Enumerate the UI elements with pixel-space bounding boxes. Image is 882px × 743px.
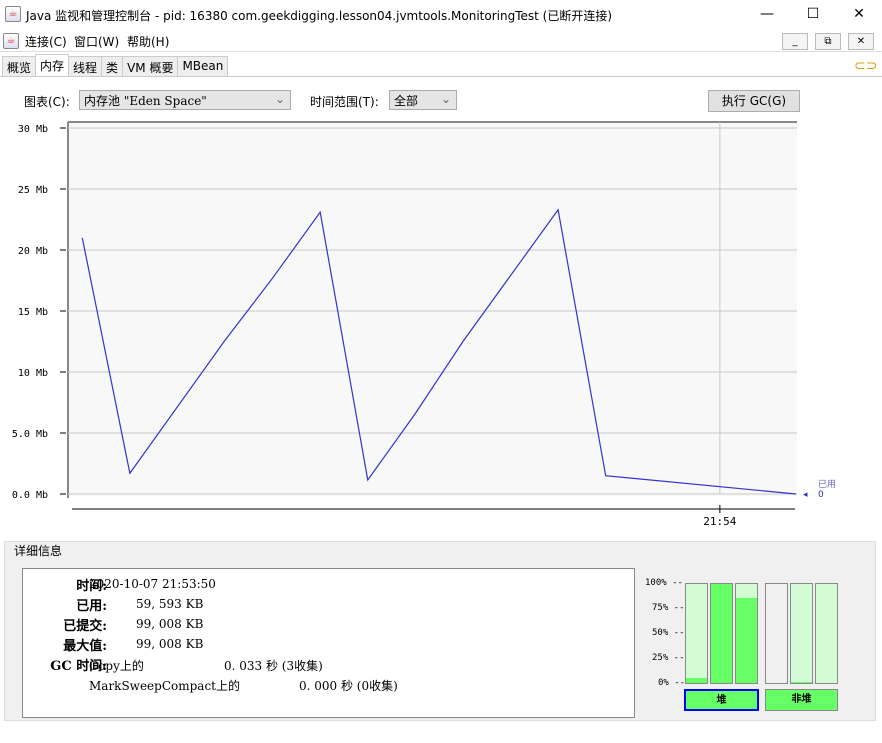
tab-mbean[interactable]: MBean — [177, 56, 229, 76]
legend-label: 已用 — [818, 479, 836, 490]
tab-memory[interactable]: 内存 — [35, 54, 70, 76]
details-title: 详细信息 — [12, 542, 65, 559]
perform-gc-button[interactable]: 执行 GC(G) — [708, 90, 800, 112]
window-title: Java 监视和管理控制台 - pid: 16380 com.geekdiggi… — [26, 9, 613, 23]
chevron-down-icon: ⌄ — [440, 92, 451, 106]
heap-pool-bar[interactable] — [735, 583, 758, 684]
menu-connection[interactable]: 连接(C) — [25, 33, 67, 50]
chevron-down-icon: ⌄ — [274, 92, 285, 106]
tab-bar: 概览 内存 线程 类 VM 概要 MBean — [2, 54, 229, 77]
committed-label: 已提交: — [63, 619, 107, 634]
title-bar: ☕ Java 监视和管理控制台 - pid: 16380 com.geekdig… — [0, 0, 882, 30]
max-label: 最大值: — [63, 639, 107, 654]
tab-threads[interactable]: 线程 — [68, 56, 103, 76]
usage-fill — [791, 682, 812, 683]
range-select-value: 全部 — [394, 94, 419, 108]
pct-label: 0% -- — [658, 678, 686, 688]
nonheap-pool-bar[interactable] — [765, 583, 788, 684]
y-tick-label: 25 Mb — [18, 185, 48, 196]
pct-label: 75% -- — [652, 603, 685, 613]
usage-fill — [711, 584, 732, 683]
heap-pool-bar[interactable] — [685, 583, 708, 684]
mdi-restore-button[interactable]: ⧉ — [815, 33, 841, 50]
range-select[interactable]: 全部 ⌄ — [389, 90, 457, 110]
gc-time: 0. 033 秒 (3收集) — [224, 659, 323, 673]
plot-area — [68, 122, 797, 496]
y-tick-label: 20 Mb — [18, 246, 48, 257]
nonheap-pool-bar[interactable] — [790, 583, 813, 684]
menu-bar: ☕ 连接(C) 窗口(W) 帮助(H) — [0, 30, 882, 52]
tab-classes[interactable]: 类 — [101, 56, 124, 76]
minimize-button[interactable]: — — [744, 0, 790, 30]
heap-button[interactable]: 堆 — [684, 689, 759, 711]
time-value: 2020-10-07 21:53:50 — [89, 577, 216, 591]
details-info-box: 时间: 2020-10-07 21:53:50 已用: 59, 593 KB 已… — [22, 568, 635, 718]
java-icon: ☕ — [3, 33, 19, 49]
y-tick-label: 15 Mb — [18, 307, 48, 318]
used-value: 59, 593 KB — [136, 597, 204, 611]
gc-time: 0. 000 秒 (0收集) — [299, 679, 398, 693]
usage-fill — [686, 678, 707, 683]
used-label: 已用: — [76, 599, 107, 614]
tab-vm-summary[interactable]: VM 概要 — [122, 56, 179, 76]
usage-fill — [736, 597, 757, 683]
nonheap-button[interactable]: 非堆 — [765, 689, 838, 711]
y-tick-label: 5.0 Mb — [12, 429, 48, 440]
chart-select[interactable]: 内存池 "Eden Space" ⌄ — [79, 90, 291, 110]
menu-window[interactable]: 窗口(W) — [74, 33, 119, 50]
pct-label: 25% -- — [652, 653, 685, 663]
heap-pool-bar[interactable] — [710, 583, 733, 684]
gc-name: MarkSweepCompact上的 — [89, 679, 240, 693]
chart-label: 图表(C): — [24, 95, 70, 109]
menu-help[interactable]: 帮助(H) — [127, 33, 169, 50]
maximize-button[interactable]: ☐ — [790, 0, 836, 30]
nonheap-pool-bar[interactable] — [815, 583, 838, 684]
memory-chart: 0.0 Mb 5.0 Mb 10 Mb 15 Mb 20 Mb 25 Mb 30 Mb 21… — [12, 121, 836, 528]
mdi-minimize-button[interactable]: _ — [782, 33, 808, 50]
y-tick-label: 30 Mb — [18, 124, 48, 135]
tab-overview[interactable]: 概览 — [2, 56, 37, 76]
gc-name: Copy上的 — [89, 659, 144, 673]
mdi-close-button[interactable]: ✕ — [848, 33, 874, 50]
committed-value: 99, 008 KB — [136, 617, 204, 631]
x-tick-label: 21:54 — [703, 515, 736, 528]
pct-label: 50% -- — [652, 628, 685, 638]
connection-plug-icon: ⊂⊃ — [854, 58, 878, 74]
y-tick-label: 10 Mb — [18, 368, 48, 379]
legend-value: 0 — [818, 490, 824, 500]
close-button[interactable]: ✕ — [836, 0, 882, 30]
legend-marker-icon: ◂ — [803, 490, 808, 500]
max-value: 99, 008 KB — [136, 637, 204, 651]
range-label: 时间范围(T): — [310, 95, 379, 109]
pct-label: 100% -- — [645, 578, 683, 588]
tab-divider — [0, 76, 882, 77]
java-icon: ☕ — [5, 6, 21, 22]
chart-select-value: 内存池 "Eden Space" — [84, 94, 207, 108]
y-tick-label: 0.0 Mb — [12, 490, 48, 501]
